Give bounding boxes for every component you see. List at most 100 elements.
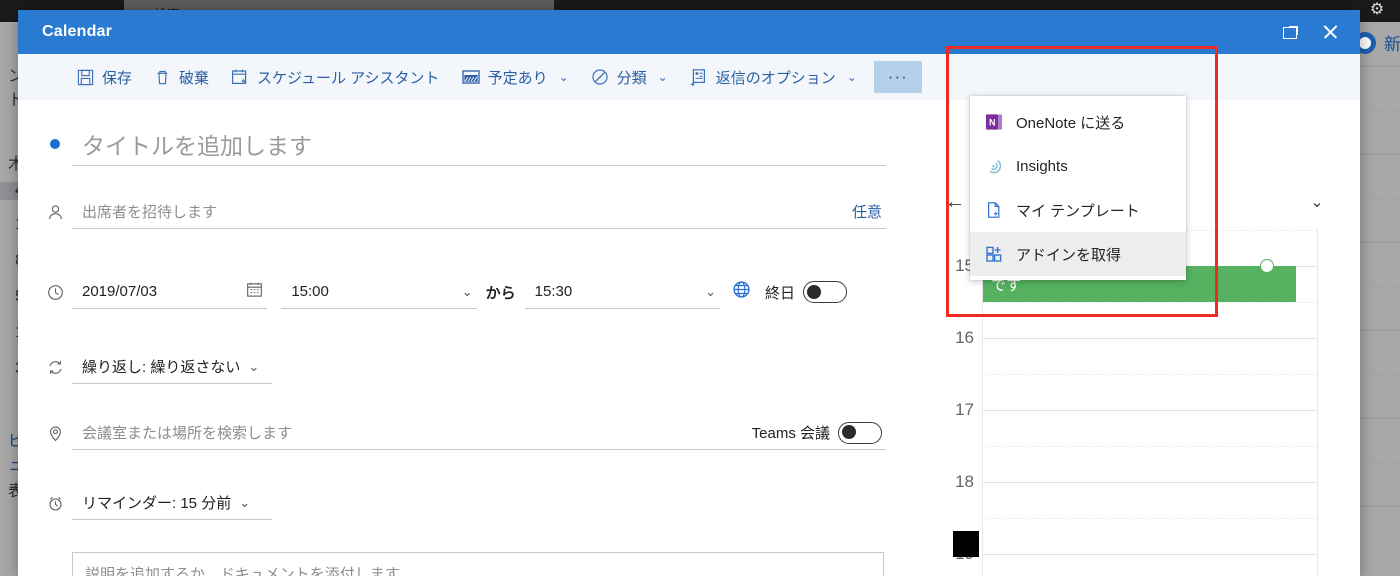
event-resize-handle[interactable]	[1260, 259, 1274, 273]
start-time-input[interactable]: 15:00 ⌄	[281, 275, 477, 309]
event-color-dot[interactable]	[38, 139, 72, 149]
person-icon	[38, 204, 72, 221]
close-icon	[1322, 24, 1338, 40]
response-options-icon	[690, 68, 708, 86]
background-calendar-grid	[1360, 66, 1400, 576]
insights-icon	[984, 156, 1004, 176]
title-row: タイトルを追加します	[38, 122, 886, 166]
datetime-row: 2019/07/03 15:00 ⌄ から 15:30 ⌄ 終日	[38, 275, 848, 309]
attendees-placeholder: 出席者を招待します	[82, 204, 218, 221]
date-value: 2019/07/03	[82, 283, 158, 300]
description-textarea[interactable]: 説明を追加するか、ドキュメントを添付します	[72, 552, 884, 576]
calendar-picker-icon[interactable]	[246, 281, 263, 303]
hour-label-17: 17	[955, 400, 974, 419]
chevron-down-icon[interactable]: ⌄	[705, 284, 716, 300]
menu-item-label: Insights	[1016, 157, 1068, 175]
reminder-label: リマインダー: 15 分前	[82, 495, 232, 512]
cursor-block	[953, 531, 979, 557]
save-button[interactable]: 保存	[66, 60, 143, 94]
svg-text:N: N	[989, 117, 996, 127]
chevron-down-icon: ⌄	[239, 494, 251, 510]
chevron-down-icon: ⌄	[558, 70, 569, 84]
busy-status-label: 予定あり	[487, 69, 548, 87]
reminder-dropdown[interactable]: リマインダー: 15 分前 ⌄	[72, 486, 272, 520]
location-placeholder: 会議室または場所を検索します	[82, 425, 293, 442]
discard-button[interactable]: 破棄	[143, 60, 220, 94]
popout-icon	[1282, 25, 1298, 39]
menu-item-my-templates[interactable]: マイ テンプレート	[970, 188, 1186, 232]
chevron-down-icon[interactable]: ⌄	[1304, 192, 1330, 212]
menu-item-get-addins[interactable]: アドインを取得	[970, 232, 1186, 276]
repeat-dropdown[interactable]: 繰り返し: 繰り返さない ⌄	[72, 350, 272, 384]
category-button[interactable]: 分類 ⌄	[580, 60, 679, 94]
location-pin-icon	[38, 425, 72, 442]
title-input[interactable]: タイトルを追加します	[72, 122, 886, 166]
repeat-row: 繰り返し: 繰り返さない ⌄	[38, 350, 272, 384]
chevron-down-icon: ⌄	[846, 70, 857, 84]
attendees-row: 出席者を招待します 任意	[38, 195, 886, 229]
more-options-label: ···	[887, 67, 908, 86]
compose-toolbar: 保存 破棄 スケジュール アシスタント 予定あり ⌄ 分類 ⌄ 返信のオプション…	[18, 54, 1360, 100]
category-icon	[591, 68, 609, 86]
attendees-optional-link[interactable]: 任意	[852, 201, 882, 222]
hour-label-16: 16	[955, 328, 974, 347]
calendar-grid-lines: です	[982, 228, 1318, 576]
chevron-down-icon: ⌄	[248, 358, 260, 374]
response-options-label: 返信のオプション	[715, 69, 836, 87]
teams-meeting-toggle[interactable]	[838, 421, 882, 444]
gear-icon[interactable]: ⚙	[1368, 1, 1386, 19]
title-placeholder: タイトルを追加します	[82, 132, 312, 159]
response-options-button[interactable]: 返信のオプション ⌄	[679, 60, 868, 94]
start-time-value: 15:00	[291, 283, 329, 300]
reminder-row: リマインダー: 15 分前 ⌄	[38, 486, 272, 520]
date-input[interactable]: 2019/07/03	[72, 275, 268, 309]
description-placeholder: 説明を追加するか、ドキュメントを添付します	[85, 566, 400, 576]
clock-icon	[38, 284, 72, 301]
timezone-globe-icon[interactable]	[732, 280, 751, 304]
location-row: 会議室または場所を検索します Teams 会議	[38, 416, 886, 450]
new-event-label: 新	[1384, 35, 1400, 54]
teams-meeting-label: Teams 会議	[751, 425, 830, 442]
menu-item-label: アドインを取得	[1016, 246, 1122, 264]
window-title: Calendar	[42, 23, 113, 40]
more-options-menu: N OneNote に送る Insights マイ テンプレート アドインを取得	[970, 96, 1186, 280]
background-new-event-button[interactable]: 新	[1354, 30, 1400, 55]
dialog-title-bar: Calendar	[18, 10, 1360, 54]
hour-label-18: 18	[955, 472, 974, 491]
screen: 検索 ⚙ 新 ント 木 4 1 8 5 1 3 ビュー 表	[0, 0, 1400, 576]
all-day-label: 終日	[765, 284, 796, 302]
alarm-clock-icon	[38, 495, 72, 512]
chevron-down-icon: ⌄	[657, 70, 668, 84]
end-time-input[interactable]: 15:30 ⌄	[524, 275, 720, 309]
location-input[interactable]: 会議室または場所を検索します Teams 会議	[72, 416, 886, 450]
get-addins-icon	[984, 244, 1004, 264]
schedule-assistant-button[interactable]: スケジュール アシスタント	[220, 60, 451, 94]
repeat-label: 繰り返し: 繰り返さない	[82, 359, 241, 376]
chevron-down-icon[interactable]: ⌄	[462, 284, 473, 300]
description-row: 説明を追加するか、ドキュメントを添付します	[38, 552, 884, 576]
end-time-value: 15:30	[534, 283, 573, 300]
save-icon	[77, 69, 94, 86]
calendar-preview-grid[interactable]: 15 16 17 18 19	[930, 228, 1342, 576]
attendees-input[interactable]: 出席者を招待します 任意	[72, 195, 886, 229]
menu-item-label: OneNote に送る	[1016, 114, 1126, 132]
all-day-toggle[interactable]	[803, 281, 848, 303]
trash-icon	[154, 69, 171, 86]
time-between-label: から	[485, 284, 516, 302]
calendar-hour-gutter: 15 16 17 18 19	[930, 228, 982, 576]
onenote-icon: N	[984, 112, 1004, 132]
compose-event-dialog: Calendar 保存 破棄 スケジュール アシスタント 予定あり ⌄ 分類 ⌄…	[18, 10, 1360, 576]
menu-item-insights[interactable]: Insights	[970, 144, 1186, 188]
menu-item-label: マイ テンプレート	[1016, 202, 1140, 220]
menu-item-send-to-onenote[interactable]: N OneNote に送る	[970, 100, 1186, 144]
busy-status-icon	[461, 69, 480, 85]
busy-status-button[interactable]: 予定あり ⌄	[451, 60, 580, 94]
back-arrow-icon[interactable]: ←	[942, 190, 968, 214]
schedule-assistant-icon	[231, 68, 249, 86]
category-label: 分類	[616, 69, 647, 87]
close-button[interactable]	[1310, 13, 1350, 51]
save-label: 保存	[102, 69, 133, 87]
popout-button[interactable]	[1270, 13, 1310, 51]
more-options-button[interactable]: ···	[873, 61, 922, 93]
schedule-assistant-label: スケジュール アシスタント	[257, 69, 440, 87]
